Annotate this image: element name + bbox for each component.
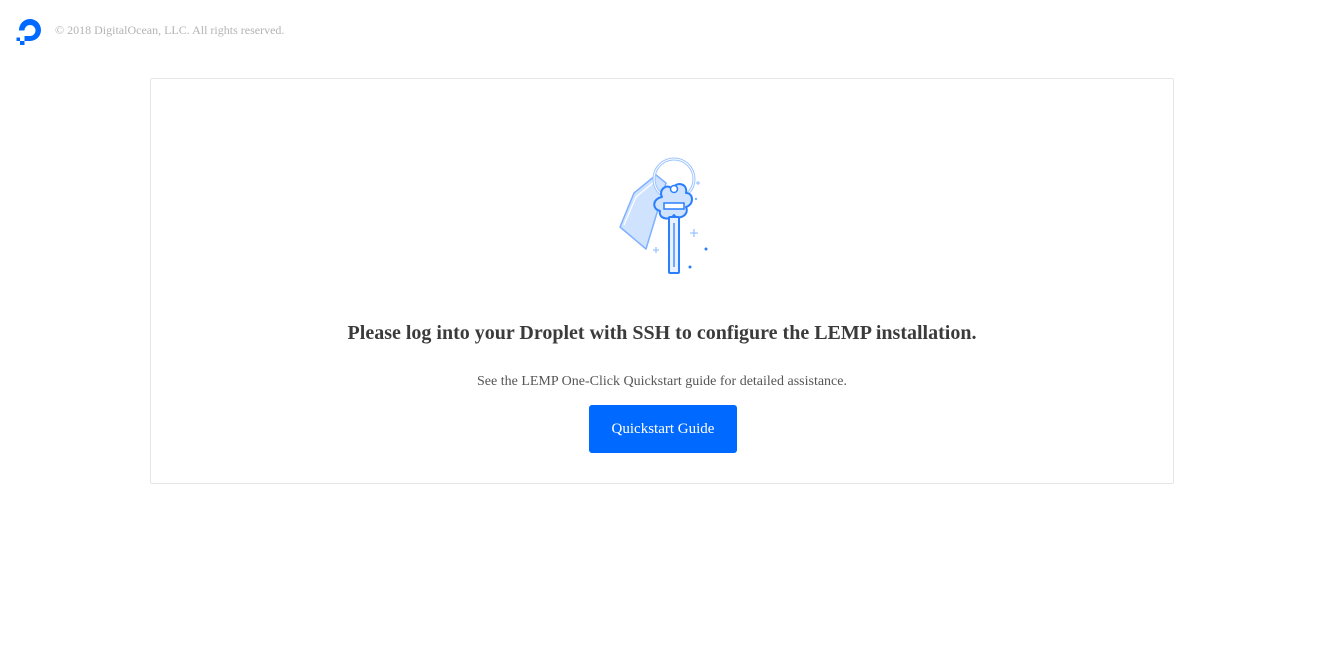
digitalocean-logo-icon[interactable] <box>14 15 46 47</box>
main-card: Please log into your Droplet with SSH to… <box>150 78 1174 484</box>
quickstart-guide-button[interactable]: Quickstart Guide <box>589 405 737 453</box>
page-headline: Please log into your Droplet with SSH to… <box>347 322 977 344</box>
top-bar: © 2018 DigitalOcean, LLC. All rights res… <box>14 14 284 48</box>
copyright-text: © 2018 DigitalOcean, LLC. All rights res… <box>55 23 285 37</box>
quickstart-description: See the LEMP One-Click Quickstart guide … <box>477 374 847 389</box>
key-with-tag-icon <box>619 157 708 274</box>
